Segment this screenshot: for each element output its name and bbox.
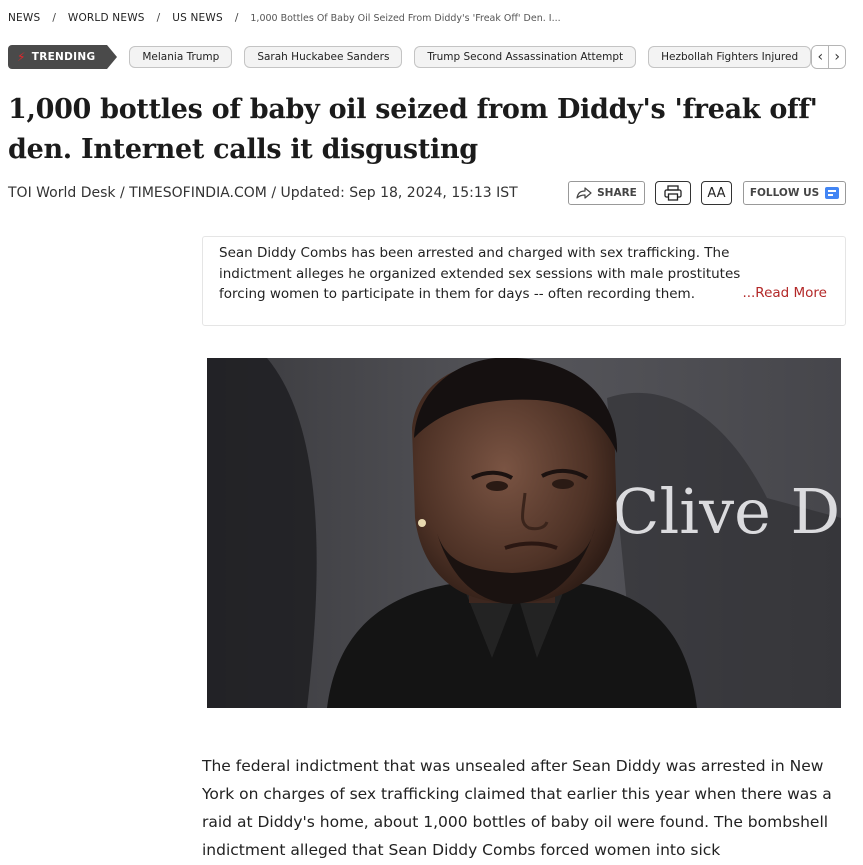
print-button[interactable] (655, 181, 691, 205)
breadcrumb-us-news[interactable]: US NEWS (172, 12, 223, 24)
google-news-icon (825, 187, 840, 199)
trending-topic-melania-trump[interactable]: Melania Trump (129, 46, 233, 68)
article-byline: TOI World Desk / TIMESOFINDIA.COM / Upda… (8, 185, 518, 201)
trending-bar: ⚡︎ TRENDING Melania Trump Sarah Huckabee… (8, 44, 846, 70)
text-size-button[interactable]: AA (701, 181, 732, 205)
chevron-right-icon[interactable]: › (828, 46, 845, 68)
printer-icon (664, 185, 682, 201)
article-headline: 1,000 bottles of baby oil seized from Di… (8, 94, 818, 165)
breadcrumb-current: 1,000 Bottles Of Baby Oil Seized From Di… (250, 12, 561, 24)
trending-topic-sarah-huckabee-sanders[interactable]: Sarah Huckabee Sanders (244, 46, 403, 68)
follow-us-label: FOLLOW US (749, 187, 820, 199)
breadcrumb-news[interactable]: NEWS (8, 12, 40, 24)
article-hero-image: Clive D (207, 358, 841, 708)
breadcrumb: NEWS / WORLD NEWS / US NEWS / 1,000 Bott… (8, 11, 561, 25)
trending-label: TRENDING (31, 51, 96, 63)
lightning-bolt-icon: ⚡︎ (17, 50, 26, 64)
share-icon (576, 187, 592, 199)
breadcrumb-separator: / (234, 12, 239, 24)
trending-topic-hezbollah-fighters[interactable]: Hezbollah Fighters Injured (648, 46, 812, 68)
backdrop-text: Clive D (612, 475, 840, 548)
share-label: SHARE (597, 187, 637, 199)
share-button[interactable]: SHARE (568, 181, 645, 205)
chevron-left-icon[interactable]: ‹ (812, 46, 829, 68)
breadcrumb-world-news[interactable]: WORLD NEWS (68, 12, 145, 24)
read-more-link[interactable]: ...Read More (739, 285, 827, 301)
follow-us-button[interactable]: FOLLOW US (743, 181, 846, 205)
trending-badge: ⚡︎ TRENDING (8, 45, 118, 69)
trending-arrows: ‹ › (811, 45, 846, 69)
breadcrumb-separator: / (156, 12, 161, 24)
article-summary: Sean Diddy Combs has been arrested and c… (202, 236, 846, 326)
breadcrumb-separator: / (52, 12, 56, 24)
portrait-photo: Clive D (207, 358, 841, 708)
trending-topic-trump-assassination-attempt[interactable]: Trump Second Assassination Attempt (414, 46, 637, 68)
article-body: The federal indictment that was unsealed… (202, 757, 832, 859)
